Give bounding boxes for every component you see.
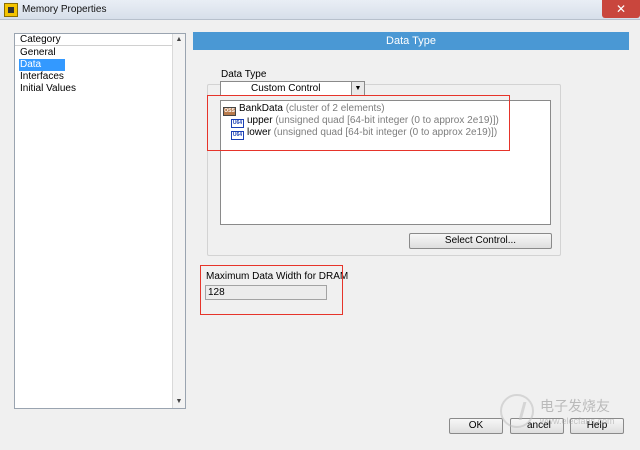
elecfans-logo-icon bbox=[500, 394, 534, 428]
select-control-button[interactable]: Select Control... bbox=[409, 233, 552, 249]
category-item-initial-values[interactable]: Initial Values bbox=[19, 83, 139, 95]
labview-app-icon bbox=[4, 3, 18, 17]
watermark-url: www.elecfans.com bbox=[540, 416, 615, 426]
watermark: 电子发烧友 www.elecfans.com bbox=[500, 394, 630, 434]
category-item-general[interactable]: General bbox=[19, 47, 139, 59]
ok-button[interactable]: OK bbox=[449, 418, 503, 434]
category-item-data-type[interactable]: Data Type bbox=[19, 59, 65, 82]
chevron-down-icon[interactable]: ▼ bbox=[351, 82, 364, 95]
category-scrollbar[interactable]: ▲ ▼ bbox=[172, 34, 185, 408]
highlight-box-max-width bbox=[200, 265, 343, 315]
watermark-text: 电子发烧友 bbox=[540, 398, 610, 414]
highlight-box-tree bbox=[207, 95, 510, 151]
scroll-up-icon[interactable]: ▲ bbox=[173, 34, 185, 46]
data-type-dropdown[interactable]: Custom Control ▼ bbox=[220, 81, 365, 96]
section-banner: Data Type bbox=[193, 32, 629, 50]
title-bar: Memory Properties ✕ bbox=[0, 0, 640, 20]
window-title: Memory Properties bbox=[22, 4, 107, 15]
dropdown-value: Custom Control bbox=[251, 83, 321, 94]
data-type-label: Data Type bbox=[221, 69, 267, 80]
category-list: Category General Data Type Interfaces In… bbox=[14, 33, 186, 409]
category-header: Category bbox=[15, 34, 173, 46]
close-button[interactable]: ✕ bbox=[602, 0, 640, 18]
category-item-interfaces[interactable]: Interfaces bbox=[19, 71, 139, 83]
scroll-down-icon[interactable]: ▼ bbox=[173, 396, 185, 408]
